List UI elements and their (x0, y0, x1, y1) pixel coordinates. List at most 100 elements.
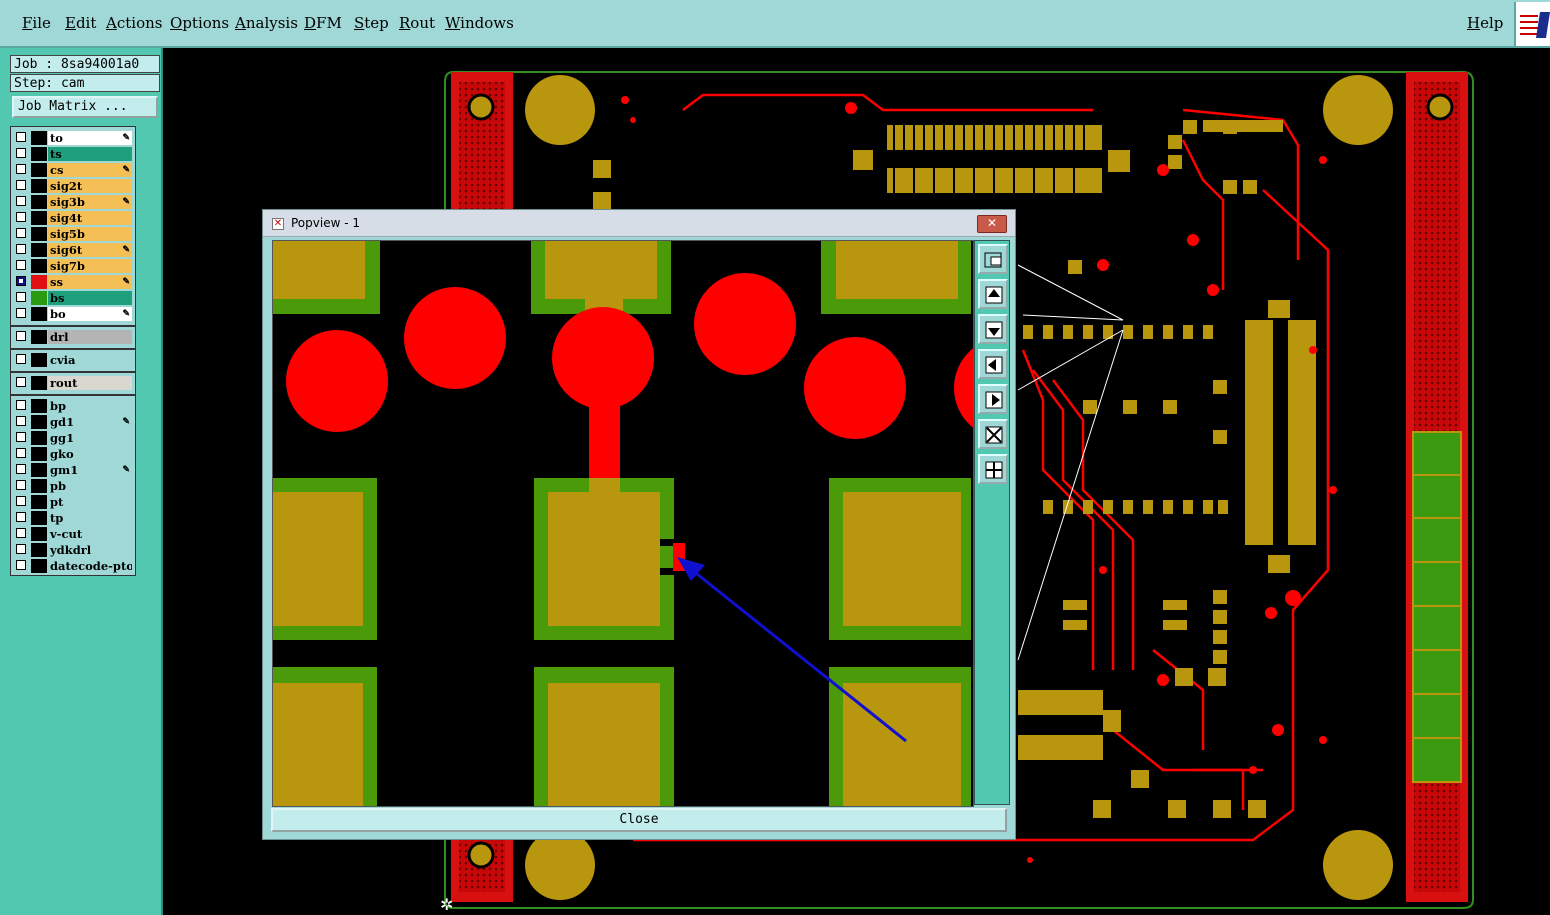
menu-file[interactable]: File (22, 14, 51, 32)
layer-row-pb[interactable]: pb (14, 479, 132, 493)
layer-checkbox[interactable] (16, 308, 26, 318)
layer-row-gko[interactable]: gko (14, 447, 132, 461)
layer-row-rout[interactable]: rout (14, 376, 132, 390)
layer-checkbox[interactable] (16, 354, 26, 364)
menu-dfm[interactable]: DFM (304, 14, 342, 32)
layer-row-cs[interactable]: cs ✎ (14, 163, 132, 177)
layer-row-v-cut[interactable]: v-cut (14, 527, 132, 541)
close-button[interactable]: Close (271, 808, 1007, 832)
layer-checkbox[interactable] (16, 544, 26, 554)
menu-options[interactable]: Options (170, 14, 229, 32)
layer-checkbox[interactable] (16, 480, 26, 490)
layer-color-swatch (31, 527, 47, 541)
menu-help[interactable]: Help (1467, 14, 1503, 32)
pan-down-button[interactable] (978, 314, 1008, 344)
window-close-button[interactable]: ✕ (977, 215, 1007, 233)
layer-color-swatch (31, 479, 47, 493)
menu-windows[interactable]: Windows (445, 14, 514, 32)
layer-color-swatch (31, 307, 47, 321)
pan-left-button[interactable] (978, 349, 1008, 379)
layer-row-sig3b[interactable]: sig3b ✎ (14, 195, 132, 209)
job-matrix-button[interactable]: Job Matrix ... (12, 96, 158, 118)
menu-rout[interactable]: Rout (399, 14, 435, 32)
layer-name: v-cut (48, 527, 132, 541)
layer-checkbox[interactable] (16, 228, 26, 238)
menu-actions[interactable]: Actions (106, 14, 162, 32)
layer-name: bo ✎ (48, 307, 132, 321)
layer-color-swatch (31, 431, 47, 445)
layer-row-gd1[interactable]: gd1 ✎ (14, 415, 132, 429)
pan-up-button[interactable] (978, 279, 1008, 309)
layer-checkbox[interactable] (16, 400, 26, 410)
layer-checkbox[interactable] (16, 164, 26, 174)
layer-checkbox[interactable] (16, 448, 26, 458)
popview-canvas[interactable] (272, 240, 974, 807)
layer-checkbox[interactable] (16, 560, 26, 570)
layer-name: to ✎ (48, 131, 132, 145)
layer-row-bp[interactable]: bp (14, 399, 132, 413)
layer-checkbox[interactable] (16, 416, 26, 426)
layer-color-swatch (31, 291, 47, 305)
layer-row-ydkdrl[interactable]: ydkdrl (14, 543, 132, 557)
layer-name: sig3b ✎ (48, 195, 132, 209)
layer-checkbox[interactable] (16, 244, 26, 254)
layer-checkbox[interactable] (16, 196, 26, 206)
layer-row-tp[interactable]: tp (14, 511, 132, 525)
zoom-fit-button[interactable] (978, 244, 1008, 274)
layer-row-drl[interactable]: drl (14, 330, 132, 344)
layer-row-bo[interactable]: bo ✎ (14, 307, 132, 321)
layer-checkbox[interactable] (16, 260, 26, 270)
layer-row-gm1[interactable]: gm1 ✎ (14, 463, 132, 477)
layer-row-sig4t[interactable]: sig4t (14, 211, 132, 225)
menu-edit[interactable]: Edit (65, 14, 96, 32)
layer-checkbox[interactable] (16, 464, 26, 474)
layer-row-cvia[interactable]: cvia (14, 353, 132, 367)
layer-checkbox[interactable] (16, 496, 26, 506)
layer-color-swatch (31, 275, 47, 289)
zoom-center-button[interactable] (978, 454, 1008, 484)
edit-mark-icon: ✎ (122, 133, 130, 143)
layer-row-ts[interactable]: ts (14, 147, 132, 161)
window-icon: ✕ (272, 218, 284, 230)
step-name: Step: cam (10, 74, 160, 92)
menu-step[interactable]: Step (354, 14, 389, 32)
layer-color-swatch (31, 543, 47, 557)
layer-checkbox[interactable] (16, 331, 26, 341)
layer-row-bs[interactable]: bs (14, 291, 132, 305)
menu-bar: File Edit Actions Options Analysis DFM S… (0, 0, 1550, 48)
layer-name: datecode-pto (48, 559, 132, 573)
layer-checkbox[interactable] (16, 377, 26, 387)
layer-row-sig6t[interactable]: sig6t ✎ (14, 243, 132, 257)
pan-right-button[interactable] (978, 384, 1008, 414)
layer-checkbox[interactable] (16, 276, 26, 286)
layer-name: pt (48, 495, 132, 509)
layer-row-sig5b[interactable]: sig5b (14, 227, 132, 241)
layer-name: gko (48, 447, 132, 461)
layer-color-swatch (31, 179, 47, 193)
layer-row-to[interactable]: to ✎ (14, 131, 132, 145)
layer-checkbox[interactable] (16, 432, 26, 442)
layer-name: rout (48, 376, 132, 390)
layer-row-sig7b[interactable]: sig7b (14, 259, 132, 273)
layer-checkbox[interactable] (16, 132, 26, 142)
popview-titlebar[interactable]: ✕ Popview - 1 ✕ (263, 210, 1015, 237)
layer-row-ss[interactable]: ss ✎ (14, 275, 132, 289)
layer-row-datecode-pto[interactable]: datecode-pto (14, 559, 132, 573)
menu-analysis[interactable]: Analysis (235, 14, 298, 32)
layer-name: gg1 (48, 431, 132, 445)
layer-row-pt[interactable]: pt (14, 495, 132, 509)
layer-color-swatch (31, 559, 47, 573)
layer-row-sig2t[interactable]: sig2t (14, 179, 132, 193)
layer-row-gg1[interactable]: gg1 (14, 431, 132, 445)
layer-checkbox[interactable] (16, 148, 26, 158)
layer-checkbox[interactable] (16, 528, 26, 538)
layer-name: sig4t (48, 211, 132, 225)
layer-checkbox[interactable] (16, 512, 26, 522)
edit-mark-icon: ✎ (122, 309, 130, 319)
layer-name: sig5b (48, 227, 132, 241)
layer-checkbox[interactable] (16, 292, 26, 302)
zoom-extent-button[interactable] (978, 419, 1008, 449)
layer-checkbox[interactable] (16, 212, 26, 222)
layer-panel: Job : 8sa94001a0 Step: cam Job Matrix ..… (0, 48, 163, 915)
layer-checkbox[interactable] (16, 180, 26, 190)
